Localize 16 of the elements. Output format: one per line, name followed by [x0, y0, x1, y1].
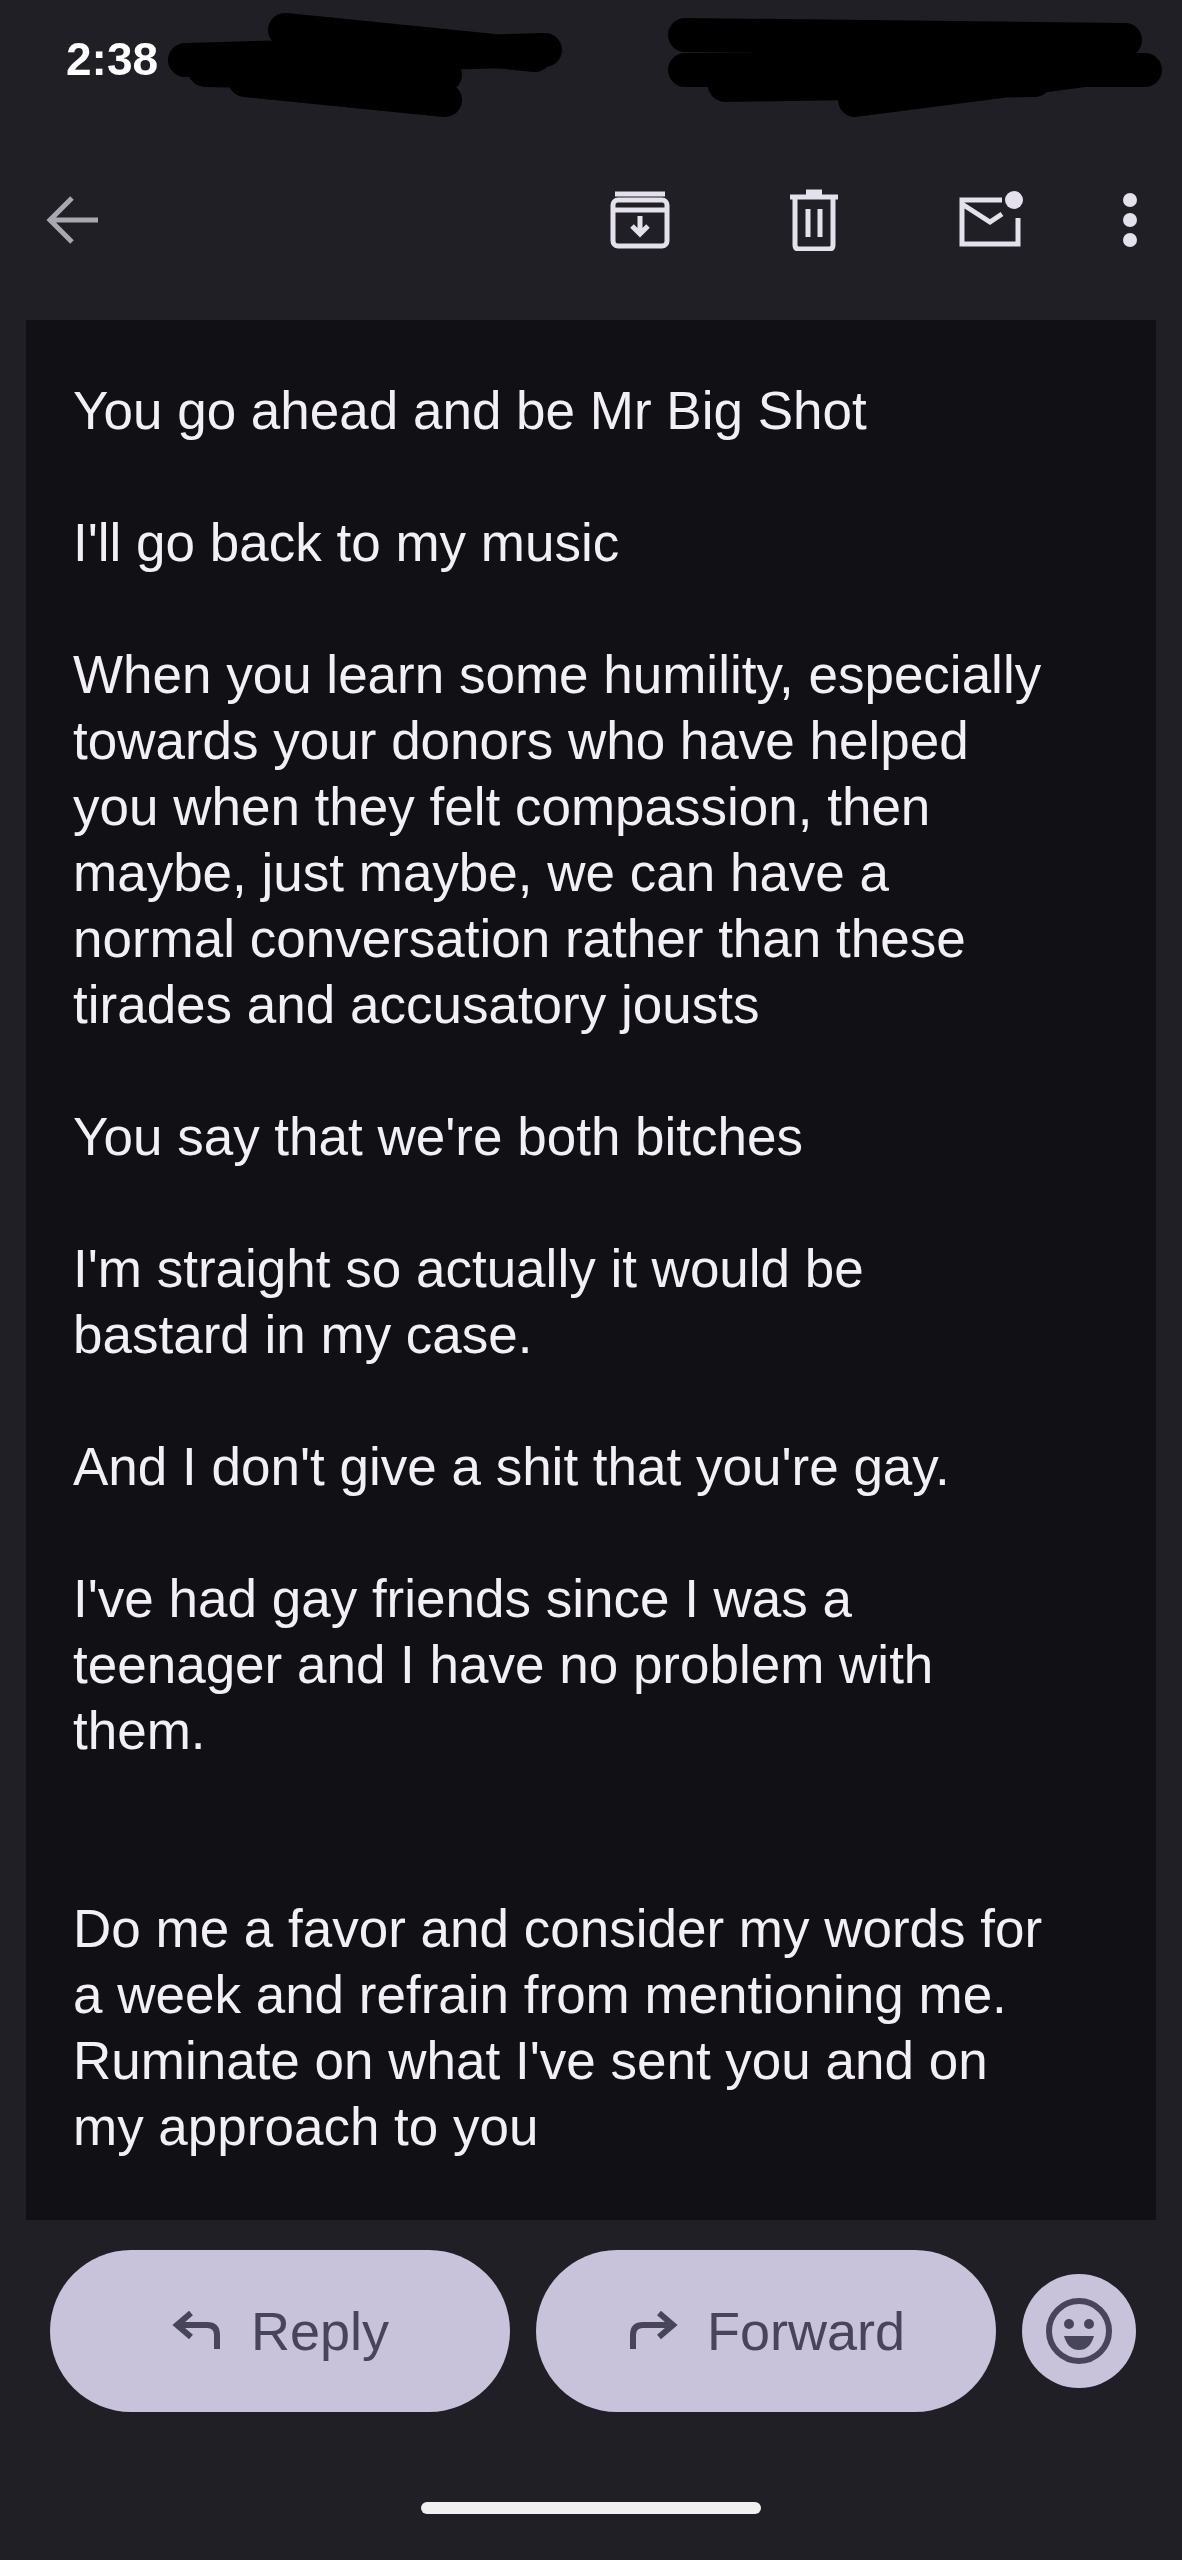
- reply-button[interactable]: Reply: [50, 2250, 510, 2412]
- smiley-icon: [1044, 2296, 1114, 2366]
- trash-icon: [788, 189, 840, 251]
- message-paragraph: When you learn some humility, especially towards your donors who have helped you when they felt compassion, then maybe, just maybe, we can have a normal conversation rather than these tirades and accusatory jousts: [73, 644, 1043, 1036]
- message-paragraph: I'm straight so actually it would be bastard in my case.: [73, 1238, 865, 1366]
- message-paragraph: You say that we're both bitches: [73, 1106, 805, 1168]
- status-time: 2:38: [66, 32, 159, 86]
- archive-icon: [610, 190, 670, 250]
- message-paragraph: I'll go back to my music: [73, 512, 621, 574]
- more-icon: [1122, 192, 1138, 248]
- envelope-dot-icon: [958, 190, 1024, 250]
- message-paragraph: I've had gay friends since I was a teenager and I have no problem with them.: [73, 1568, 935, 1762]
- message-paragraph: You go ahead and be Mr Big Shot: [73, 380, 868, 442]
- message-paragraph: Do me a favor and consider my words for a week and refrain from mentioning me. Ruminate on what I've sent you and on my approach to you: [73, 1898, 1044, 2158]
- message-paragraph: And I don't give a shit that you're gay.: [73, 1436, 951, 1498]
- forward-button[interactable]: Forward: [536, 2250, 996, 2412]
